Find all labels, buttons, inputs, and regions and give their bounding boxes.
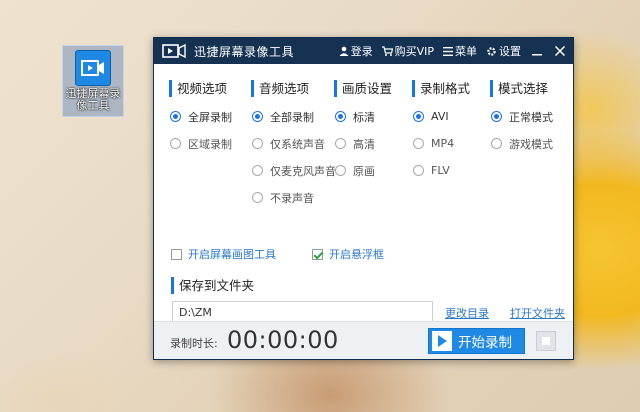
option-label: 全部录制 [270,110,314,124]
app-logo-icon [162,43,186,59]
minimize-button[interactable] [530,44,544,58]
change-directory-link[interactable]: 更改目录 [445,305,489,321]
option-region-record[interactable]: 区域录制 [170,130,232,157]
minimize-icon [532,54,542,56]
option-label: AVI [431,110,449,123]
option-label: MP4 [431,137,455,150]
save-path-input[interactable] [172,301,433,323]
radio-button[interactable] [335,165,346,176]
radio-button[interactable] [335,138,346,149]
option-no-audio[interactable]: 不录声音 [252,184,336,211]
checkbox-label: 开启屏幕画图工具 [188,248,276,261]
close-button[interactable] [553,44,567,58]
start-recording-label: 开始录制 [458,335,512,351]
buy-vip-label: 购买VIP [394,45,434,58]
stop-recording-button[interactable] [536,331,556,351]
section-title: 模式选择 [490,80,553,97]
radio-button[interactable] [491,138,502,149]
close-icon [555,46,565,56]
desktop-shortcut[interactable]: 迅捷屏幕录像工具 [62,45,124,117]
gear-icon [487,46,496,56]
option-format-flv[interactable]: FLV [413,157,470,184]
menu-icon [443,46,453,56]
menu-label: 菜单 [455,45,477,58]
cart-icon [381,46,393,56]
option-fullscreen-record[interactable]: 全屏录制 [170,103,232,130]
app-window: 迅捷屏幕录像工具 登录 购买VIP 菜单 设置 视频选项 全屏录制 区域录制 音… [153,37,574,360]
checkbox-drawing-tool[interactable]: 开启屏幕画图工具 [171,246,312,262]
radio-button[interactable] [413,165,424,176]
record-format-section: 录制格式 AVI MP4 FLV [412,80,470,184]
option-format-mp4[interactable]: MP4 [413,130,470,157]
option-label: 仅系统声音 [270,137,325,151]
radio-button[interactable] [252,111,263,122]
screen-recorder-app-icon [75,50,111,86]
open-folder-link[interactable]: 打开文件夹 [510,305,565,321]
duration-timer: 00:00:00 [227,326,339,354]
mode-selection-section: 模式选择 正常模式 游戏模式 [490,80,553,157]
settings-button[interactable]: 设置 [486,43,521,59]
checkbox[interactable] [312,248,323,260]
radio-button[interactable] [413,111,424,122]
option-label: 标清 [353,110,375,124]
option-original-quality[interactable]: 原画 [335,157,392,184]
section-title: 画质设置 [334,80,392,97]
window-title: 迅捷屏幕录像工具 [194,44,295,59]
menu-button[interactable]: 菜单 [443,43,477,59]
option-record-all-audio[interactable]: 全部录制 [252,103,336,130]
option-label: 区域录制 [188,137,232,151]
start-recording-button[interactable]: 开始录制 [428,328,525,354]
checkbox[interactable] [171,248,182,260]
title-bar[interactable]: 迅捷屏幕录像工具 登录 购买VIP 菜单 设置 [154,38,573,64]
option-format-avi[interactable]: AVI [413,103,470,130]
option-standard-definition[interactable]: 标清 [335,103,392,130]
video-options-section: 视频选项 全屏录制 区域录制 [169,80,232,157]
option-label: 高清 [353,137,375,151]
radio-button[interactable] [252,138,263,149]
section-title: 录制格式 [412,80,470,97]
option-label: 仅麦克风声音 [270,164,336,178]
option-microphone-only[interactable]: 仅麦克风声音 [252,157,336,184]
audio-options-section: 音频选项 全部录制 仅系统声音 仅麦克风声音 不录声音 [251,80,336,211]
option-label: 正常模式 [509,110,553,124]
option-label: 全屏录制 [188,110,232,124]
radio-button[interactable] [335,111,346,122]
option-label: FLV [431,164,450,177]
desktop-shortcut-label: 迅捷屏幕录像工具 [65,87,121,112]
checkbox-label: 开启悬浮框 [329,248,384,261]
radio-button[interactable] [491,111,502,122]
radio-button[interactable] [252,192,263,203]
login-button[interactable]: 登录 [339,43,373,59]
option-system-audio-only[interactable]: 仅系统声音 [252,130,336,157]
checkbox-floating-window[interactable]: 开启悬浮框 [312,246,384,262]
radio-button[interactable] [170,138,181,149]
user-icon [339,46,349,56]
play-icon [432,331,452,351]
login-label: 登录 [350,45,373,58]
quality-settings-section: 画质设置 标清 高清 原画 [334,80,392,184]
settings-panel: 视频选项 全屏录制 区域录制 音频选项 全部录制 仅系统声音 仅麦克风声音 不录… [154,65,573,323]
option-label: 游戏模式 [509,137,553,151]
option-game-mode[interactable]: 游戏模式 [491,130,553,157]
option-label: 原画 [353,164,375,178]
radio-button[interactable] [170,111,181,122]
duration-label: 录制时长: [170,337,218,350]
option-normal-mode[interactable]: 正常模式 [491,103,553,130]
option-high-definition[interactable]: 高清 [335,130,392,157]
footer-bar: 录制时长: 00:00:00 开始录制 [154,321,573,359]
radio-button[interactable] [252,165,263,176]
section-title: 音频选项 [251,80,336,97]
option-label: 不录声音 [270,191,314,205]
section-title: 视频选项 [169,80,232,97]
radio-button[interactable] [413,138,424,149]
save-folder-title: 保存到文件夹 [171,277,254,294]
buy-vip-button[interactable]: 购买VIP [381,43,434,59]
settings-label: 设置 [499,45,521,58]
stop-icon [542,337,550,345]
